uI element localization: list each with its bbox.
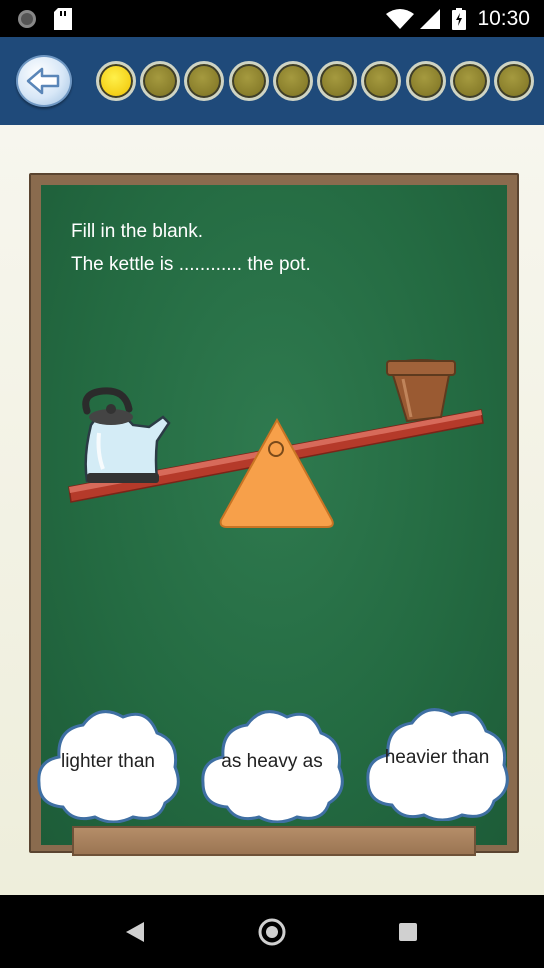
wifi-icon — [386, 9, 414, 29]
seesaw-illustration — [68, 359, 484, 528]
answer-option-as-heavy-as[interactable]: as heavy as — [197, 703, 347, 823]
progress-dot-9 — [450, 61, 490, 101]
progress-dot-4 — [229, 61, 269, 101]
status-bar: 10:30 — [0, 0, 544, 37]
notification-icon — [18, 10, 36, 28]
chalkboard-ledge — [72, 826, 476, 856]
content-area: Fill in the blank. The kettle is .......… — [0, 125, 544, 895]
answer-label: heavier than — [384, 747, 490, 768]
seesaw-icon — [219, 417, 334, 528]
progress-dot-6 — [317, 61, 357, 101]
progress-dot-10 — [494, 61, 534, 101]
question-instruction: Fill in the blank. — [71, 221, 204, 242]
progress-dot-5 — [273, 61, 313, 101]
answer-label: as heavy as — [221, 751, 323, 772]
question-text: Fill in the blank. The kettle is .......… — [71, 215, 311, 281]
progress-dot-1 — [96, 61, 136, 101]
answer-option-heavier-than[interactable]: heavier than — [362, 701, 512, 821]
sd-card-icon — [54, 8, 72, 30]
back-button[interactable] — [16, 55, 72, 107]
back-arrow-icon — [26, 67, 60, 95]
battery-icon — [452, 8, 466, 30]
recents-nav-icon[interactable] — [398, 922, 418, 942]
answer-option-lighter-than[interactable]: lighter than — [33, 703, 183, 823]
back-nav-icon[interactable] — [124, 920, 146, 944]
progress-dot-7 — [361, 61, 401, 101]
navigation-bar — [0, 895, 544, 968]
signal-icon — [420, 9, 440, 29]
header-bar — [0, 37, 544, 125]
question-sentence: The kettle is ............ the pot. — [71, 254, 311, 275]
flower-pot-icon — [386, 359, 456, 423]
progress-dot-2 — [140, 61, 180, 101]
kettle-icon — [82, 387, 171, 483]
status-time: 10:30 — [477, 7, 530, 30]
answer-label: lighter than — [60, 751, 155, 772]
progress-dot-8 — [406, 61, 446, 101]
home-nav-icon[interactable] — [257, 917, 287, 947]
progress-dot-3 — [184, 61, 224, 101]
